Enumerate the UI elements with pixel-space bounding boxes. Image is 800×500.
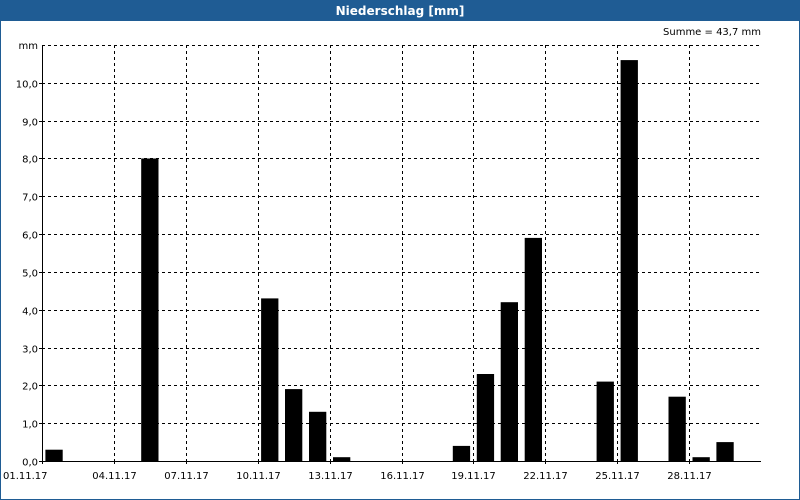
y-tick-label: 5,0 [22, 269, 38, 280]
x-tick-label: 22.11.17 [523, 471, 568, 482]
x-tick-label: 16.11.17 [380, 471, 425, 482]
y-tick-label: 8,0 [22, 155, 38, 166]
x-tick-label: 28.11.17 [667, 471, 712, 482]
bar-01.11.17 [45, 449, 63, 461]
y-tick-label: 7,0 [22, 193, 38, 204]
y-tick-label: 6,0 [22, 231, 38, 242]
x-tick-label: 10.11.17 [236, 471, 281, 482]
x-tick-label: 25.11.17 [595, 471, 640, 482]
x-tick-label: 19.11.17 [451, 471, 496, 482]
bar-10.11.17 [261, 298, 279, 461]
bar-11.11.17 [285, 389, 303, 461]
bar-20.11.17 [500, 302, 518, 461]
x-tick-label: 01.11.17 [3, 471, 48, 482]
x-tick-label: 07.11.17 [164, 471, 209, 482]
bar-12.11.17 [309, 411, 327, 461]
bar-18.11.17 [452, 445, 471, 461]
bar-05.11.17 [141, 158, 159, 461]
y-tick-label: 4,0 [22, 307, 38, 318]
y-tick-label: 1,0 [22, 420, 38, 431]
y-tick-label: 0,0 [22, 458, 38, 469]
y-tick-label: 10,0 [16, 80, 38, 91]
chart-window: Niederschlag [mm] Summe = 43,7 mm 0,0 1,0… [0, 0, 800, 500]
precipitation-bar-chart: 0,0 1,0 2,0 3,0 4,0 5,0 6,0 7,0 8,0 9,0 10,0 mm 01.1… [3, 41, 761, 482]
bar-21.11.17 [524, 237, 542, 461]
y-tick-label: 9,0 [22, 118, 38, 129]
bar-28.11.17 [692, 457, 710, 461]
bar-19.11.17 [476, 374, 495, 461]
bar-27.11.17 [668, 396, 686, 461]
bar-13.11.17 [333, 457, 351, 461]
bar-29.11.17 [716, 442, 734, 461]
y-tick-label: 3,0 [22, 345, 38, 356]
bar-24.11.17 [596, 381, 614, 461]
x-tick-label: 13.11.17 [308, 471, 353, 482]
bar-25.11.17 [620, 60, 638, 461]
y-tick-label: 2,0 [22, 382, 38, 393]
y-axis-label: mm [19, 41, 38, 52]
x-tick-label: 04.11.17 [92, 471, 137, 482]
